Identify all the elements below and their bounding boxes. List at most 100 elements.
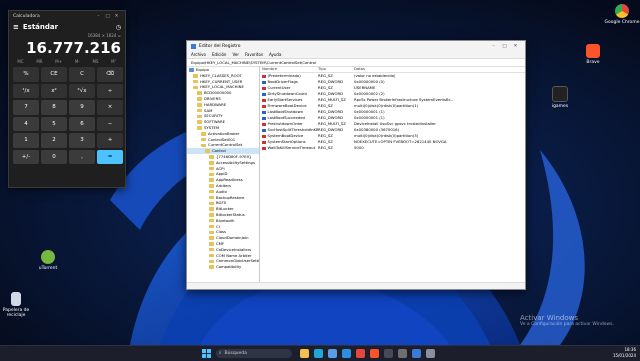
history-icon[interactable]: ◷: [116, 24, 121, 31]
registry-editor-window[interactable]: Editor del Registro – □ ✕ Archivo Edición…: [186, 40, 526, 290]
calculator-icon[interactable]: [398, 349, 407, 358]
calculator-key[interactable]: 6: [69, 116, 95, 131]
tree-node-label: COM Name Arbiter: [216, 252, 252, 258]
calculator-key[interactable]: 2: [41, 133, 67, 148]
folder-icon: [197, 120, 202, 124]
calculator-key[interactable]: x²: [41, 83, 67, 98]
value-name: PreshutdownOrder: [267, 121, 303, 126]
close-icon[interactable]: ✕: [112, 14, 121, 19]
menu-item[interactable]: Ver: [232, 52, 239, 57]
folder-icon: [209, 236, 214, 240]
desktop-icon-recycle-bin[interactable]: Papelera de reciclaje: [0, 292, 34, 318]
memory-button[interactable]: MR: [36, 59, 42, 64]
store-icon[interactable]: [328, 349, 337, 358]
column-header-data[interactable]: Datos: [354, 66, 525, 72]
value-row[interactable]: WaitToKillServiceTimeout REG_SZ 5000: [260, 145, 525, 151]
tree-node-label: CommonGlobUserSettings: [216, 258, 260, 264]
folder-icon: [209, 189, 214, 194]
calculator-key[interactable]: 9: [69, 100, 95, 115]
folder-icon: [209, 166, 214, 171]
value-type: REG_SZ: [318, 145, 333, 150]
tree-node-label: AppReadiness: [216, 177, 243, 183]
calculator-key[interactable]: ×: [97, 100, 123, 115]
calculator-key[interactable]: =: [97, 149, 123, 164]
folder-icon: [209, 253, 214, 258]
desktop-icon-google-chrome[interactable]: Google Chrome: [604, 4, 640, 25]
menu-item[interactable]: Archivo: [191, 52, 206, 57]
calculator-key[interactable]: 4: [13, 116, 39, 131]
calculator-key[interactable]: C: [69, 67, 95, 82]
calculator-window[interactable]: Calculadora – □ ✕ ≡ Estándar ◷ 1 6 3 84 × 1…: [8, 10, 126, 188]
memory-button[interactable]: M˅: [111, 59, 116, 64]
regedit-titlebar[interactable]: Editor del Registro – □ ✕: [187, 41, 525, 51]
memory-button[interactable]: MS: [92, 59, 98, 64]
recycle-bin-icon: [11, 292, 21, 306]
file-explorer-icon[interactable]: [300, 349, 309, 358]
system-tray-clock[interactable]: 18:36 15/01/2024: [613, 347, 636, 358]
minimize-icon[interactable]: –: [94, 14, 103, 19]
terminal-icon[interactable]: [384, 349, 393, 358]
menu-item[interactable]: Favoritos: [245, 52, 263, 57]
desktop-icon-utorrent[interactable]: uTorrent: [30, 250, 66, 271]
activate-windows-watermark: Activar Windows Ve a Configuración para …: [520, 314, 614, 327]
column-header-type[interactable]: Tipo: [318, 66, 354, 72]
memory-button[interactable]: M-: [75, 59, 80, 64]
calculator-key[interactable]: 8: [41, 100, 67, 115]
calculator-titlebar[interactable]: Calculadora – □ ✕: [9, 11, 125, 21]
desktop-icon-brave[interactable]: Brave: [575, 44, 611, 65]
value-name: SystemStartOptions: [267, 139, 306, 144]
edge-icon[interactable]: [314, 349, 323, 358]
tree-node-label: SYSTEM: [204, 124, 220, 130]
column-header-name[interactable]: Nombre: [260, 66, 318, 72]
calculator-key[interactable]: %: [13, 67, 39, 82]
tree-node[interactable]: Compatibility: [187, 264, 259, 270]
calculator-key[interactable]: 5: [41, 116, 67, 131]
calculator-key[interactable]: ⌫: [97, 67, 123, 82]
calculator-keypad: % CE C ⌫ ¹/x x² ²√x ÷ 7 8 9 × 4 5 6− 1 2 3 + +/- 0, =: [9, 65, 125, 166]
folder-icon: [209, 201, 214, 206]
hamburger-menu-icon[interactable]: ≡: [13, 23, 19, 31]
calculator-key[interactable]: 7: [13, 100, 39, 115]
calculator-key[interactable]: +: [97, 133, 123, 148]
registry-values-list[interactable]: Nombre Tipo Datos (Predeterminado) REG_SZ…: [260, 66, 525, 283]
menu-item[interactable]: Edición: [212, 52, 226, 57]
utorrent-icon: [41, 250, 55, 264]
close-icon[interactable]: ✕: [510, 44, 521, 49]
settings-icon[interactable]: [426, 349, 435, 358]
memory-button[interactable]: M+: [55, 59, 62, 64]
minimize-icon[interactable]: –: [488, 44, 499, 49]
folder-icon: [209, 224, 214, 229]
brave-icon[interactable]: [370, 349, 379, 358]
calculator-key[interactable]: CE: [41, 67, 67, 82]
string-value-icon: [262, 98, 266, 102]
tree-node-label: Class: [216, 229, 226, 235]
calculator-key[interactable]: ,: [69, 149, 95, 164]
calculator-key[interactable]: +/-: [13, 149, 39, 164]
folder-icon: [209, 195, 214, 200]
desktop-icon-igames[interactable]: igames: [542, 86, 578, 109]
value-name: LastBootShutdown: [267, 109, 304, 114]
tree-node-label: ACPI: [216, 165, 225, 171]
calculator-key[interactable]: ¹/x: [13, 83, 39, 98]
folder-icon: [209, 218, 214, 223]
registry-tree[interactable]: Equipo HKEY_CLASSES_ROOT HKEY_CURRENT_USER…: [187, 66, 260, 283]
maximize-icon[interactable]: □: [103, 14, 112, 19]
taskbar-search-box[interactable]: ⌕ Búsqueda: [216, 348, 292, 358]
computer-icon: [189, 68, 194, 72]
regedit-icon[interactable]: [412, 349, 421, 358]
calculator-key[interactable]: 0: [41, 149, 67, 164]
chrome-icon[interactable]: [356, 349, 365, 358]
calculator-key[interactable]: −: [97, 116, 123, 131]
folder-icon: [209, 155, 214, 159]
calculator-key[interactable]: 3: [69, 133, 95, 148]
calculator-key[interactable]: 1: [13, 133, 39, 148]
calculator-key[interactable]: ²√x: [69, 83, 95, 98]
vscode-icon[interactable]: [342, 349, 351, 358]
menu-item[interactable]: Ayuda: [269, 52, 281, 57]
windows-start-icon[interactable]: [202, 349, 211, 358]
maximize-icon[interactable]: □: [499, 44, 510, 49]
calculator-key[interactable]: ÷: [97, 83, 123, 98]
tree-node-label: Bluetooth: [216, 217, 235, 223]
memory-button[interactable]: MC: [17, 59, 23, 64]
folder-icon: [209, 178, 214, 182]
